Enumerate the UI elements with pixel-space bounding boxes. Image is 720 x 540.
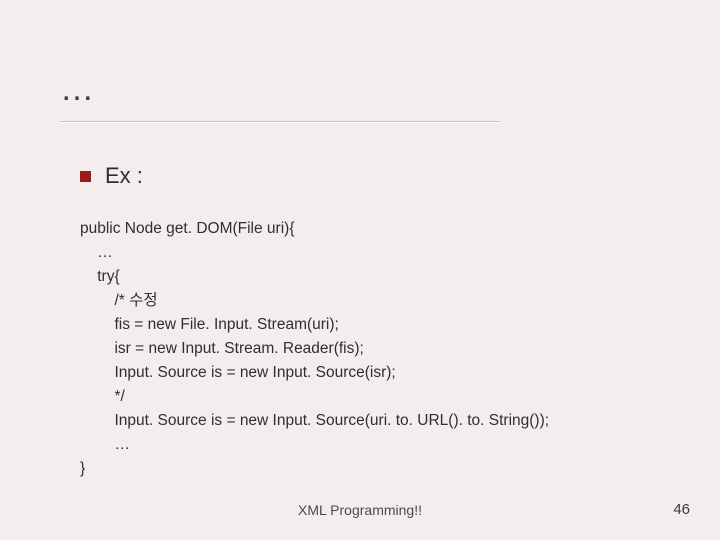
title-row: … <box>60 70 660 115</box>
bullet-label: Ex : <box>105 163 143 189</box>
slide-title: … <box>60 70 96 115</box>
bullet-item: Ex : <box>80 163 660 189</box>
code-block: public Node get. DOM(File uri){ … try{ /… <box>80 217 660 481</box>
slide: … Ex : public Node get. DOM(File uri){ …… <box>0 0 720 540</box>
square-bullet-icon <box>80 171 91 182</box>
footer-text: XML Programming!! <box>0 502 720 518</box>
page-number: 46 <box>673 501 690 518</box>
content-area: Ex : public Node get. DOM(File uri){ … t… <box>60 163 660 481</box>
title-underline <box>60 121 500 123</box>
